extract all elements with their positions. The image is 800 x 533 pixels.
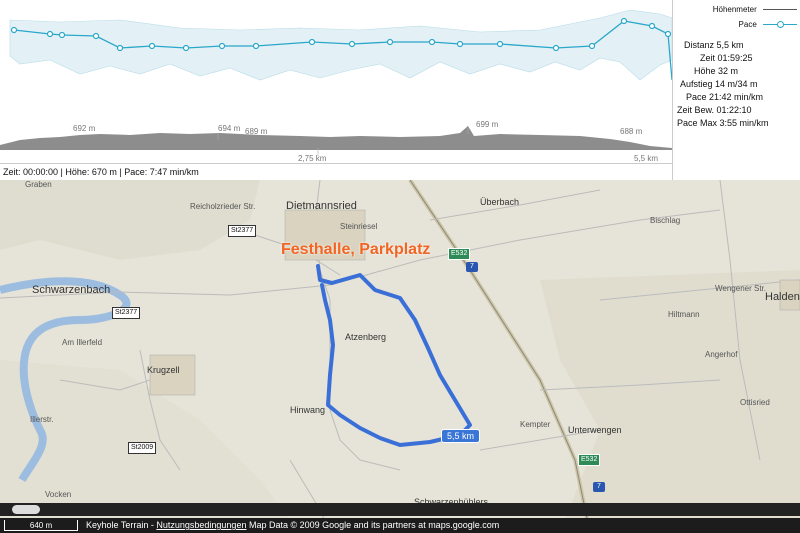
map-footer: 640 m Keyhole Terrain - Nutzungsbedingun… xyxy=(0,518,800,533)
stat-height: Höhe 32 m xyxy=(694,66,739,76)
elevation-area xyxy=(0,126,672,150)
legend-elevation-label: Höhenmeter xyxy=(712,5,757,14)
chart-plot: 692 m 694 m 689 m 699 m 688 m 2,75 km 5,… xyxy=(0,9,672,163)
road-badge: St2377 xyxy=(112,307,141,319)
town-label: Dietmannsried xyxy=(286,200,357,212)
map-label: Reicholzrieder Str. xyxy=(190,202,256,211)
town-label: Haldenw xyxy=(765,291,800,303)
town-label: Überbach xyxy=(480,197,520,207)
route-distance-tag[interactable]: 5,5 km xyxy=(441,429,481,443)
map-label: Am Illerfeld xyxy=(62,338,103,347)
elev-label: 692 m xyxy=(73,124,96,133)
stat-pace-max: Pace Max 3:55 min/km xyxy=(677,118,769,128)
stat-pace: Pace 21:42 min/km xyxy=(686,92,764,102)
stat-time: Zeit 01:59:25 xyxy=(700,53,753,63)
elev-label: 689 m xyxy=(245,127,268,136)
town-label: Krugzell xyxy=(147,365,180,375)
e-road-shield: E532 xyxy=(578,454,601,466)
scrollbar-thumb[interactable] xyxy=(12,505,40,514)
elev-label: 688 m xyxy=(620,127,643,136)
stat-ascent: Aufstieg 14 m/34 m xyxy=(680,79,758,89)
town-label: Unterwengen xyxy=(568,425,622,435)
map-label: Angerhof xyxy=(705,350,738,359)
legend-elevation: Höhenmeter xyxy=(673,5,797,14)
map-label: Kempter xyxy=(520,420,551,429)
attribution: Keyhole Terrain - Nutzungsbedingungen Ma… xyxy=(86,518,499,533)
pace-variance-band xyxy=(9,9,672,81)
map-label: Graben xyxy=(25,180,52,189)
map-label: Vocken xyxy=(45,490,72,499)
map-label: Hiltmann xyxy=(668,310,700,319)
timeline-scrollbar[interactable] xyxy=(0,503,800,516)
elevation-pace-chart[interactable]: 692 m 694 m 689 m 699 m 688 m 2,75 km 5,… xyxy=(0,0,672,180)
legend-pace: Pace xyxy=(673,20,797,29)
chart-axis-strip xyxy=(0,150,672,163)
terrain-map[interactable]: Dietmannsried Schwarzenbach Krugzell Hal… xyxy=(0,180,800,533)
legend-pace-label: Pace xyxy=(738,20,757,29)
scale-bar: 640 m xyxy=(4,520,78,531)
e-road-shield: E532 xyxy=(448,248,471,260)
terms-link[interactable]: Nutzungsbedingungen xyxy=(156,520,246,530)
pace-swatch xyxy=(763,21,797,29)
map-label: Ottisried xyxy=(740,398,770,407)
elevation-swatch xyxy=(763,9,797,11)
stats-panel: Höhenmeter Pace Distanz 5,5 km Zeit 01:5… xyxy=(672,0,800,180)
town-label: Schwarzenbach xyxy=(32,284,111,296)
attribution-suffix: Map Data © 2009 Google and its partners … xyxy=(246,520,500,530)
town-label: Hinwang xyxy=(290,405,326,415)
dist-label: 5,5 km xyxy=(634,154,658,163)
road-badge: St2377 xyxy=(228,225,257,237)
stat-moving-time: Zeit Bew. 01:22:10 xyxy=(677,105,752,115)
autobahn-shield: 7 xyxy=(593,482,605,492)
map-label: Bischlag xyxy=(650,216,681,225)
town-label: Atzenberg xyxy=(345,332,387,342)
attribution-prefix: Keyhole Terrain - xyxy=(86,520,157,530)
dist-label: 2,75 km xyxy=(298,154,327,163)
map-label: Illerstr. xyxy=(30,415,54,424)
chart-status-bar: Zeit: 00:00:00 | Höhe: 670 m | Pace: 7:4… xyxy=(0,163,672,179)
elev-label: 699 m xyxy=(476,120,499,129)
stat-distance: Distanz 5,5 km xyxy=(684,40,744,50)
elev-label: 694 m xyxy=(218,124,241,133)
road-badge: St2009 xyxy=(128,442,157,454)
map-canvas xyxy=(0,180,800,533)
map-label: Wengener Str. xyxy=(715,284,766,293)
autobahn-shield: 7 xyxy=(466,262,478,272)
start-point-label[interactable]: Festhalle, Parkplatz xyxy=(281,241,430,259)
map-label: Steinriesel xyxy=(340,222,378,231)
